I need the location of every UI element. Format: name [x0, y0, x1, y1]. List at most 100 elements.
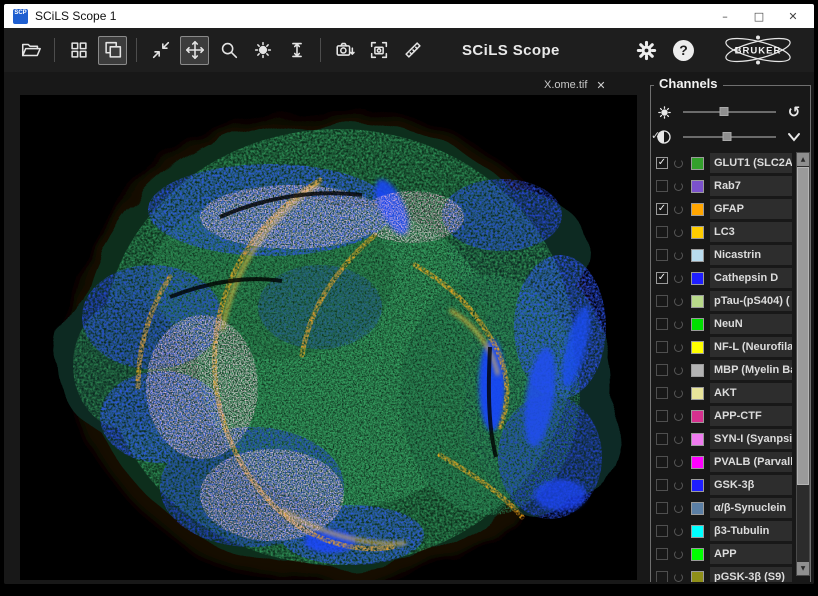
image-viewport[interactable] — [20, 95, 637, 580]
channel-row[interactable]: ✓ SYN-I (Syanpsi — [651, 428, 806, 450]
levels-tool-button[interactable] — [282, 36, 311, 65]
channel-solo-toggle[interactable] — [674, 205, 683, 214]
channel-solo-toggle[interactable] — [674, 389, 683, 398]
channel-solo-toggle[interactable] — [674, 182, 683, 191]
channel-visibility-checkbox[interactable]: ✓ — [656, 502, 668, 514]
channel-solo-toggle[interactable] — [674, 550, 683, 559]
channel-row[interactable]: ✓ β3-Tubulin — [651, 520, 806, 542]
tab-x-ome-tif[interactable]: X.ome.tif ✕ — [544, 76, 606, 94]
channel-visibility-checkbox[interactable]: ✓ — [656, 318, 668, 330]
channel-row[interactable]: ✓ NeuN — [651, 313, 806, 335]
channel-color-swatch[interactable] — [691, 157, 704, 170]
scroll-down-button[interactable]: ▼ — [797, 562, 809, 575]
tile-view-button[interactable] — [64, 36, 93, 65]
channel-visibility-checkbox[interactable]: ✓ — [656, 479, 668, 491]
channel-color-swatch[interactable] — [691, 180, 704, 193]
channel-row[interactable]: ✓ LC3 — [651, 221, 806, 243]
contrast-slider-handle[interactable] — [722, 132, 731, 141]
channel-row[interactable]: ✓ pGSK-3β (S9) — [651, 566, 806, 582]
channel-solo-toggle[interactable] — [674, 573, 683, 582]
channel-row[interactable]: ✓ Cathepsin D — [651, 267, 806, 289]
channel-color-swatch[interactable] — [691, 387, 704, 400]
channel-color-swatch[interactable] — [691, 502, 704, 515]
channel-visibility-checkbox[interactable]: ✓ — [656, 525, 668, 537]
brightness-slider[interactable] — [683, 111, 776, 113]
channel-solo-toggle[interactable] — [674, 412, 683, 421]
channel-visibility-checkbox[interactable]: ✓ — [656, 571, 668, 582]
channel-visibility-checkbox[interactable]: ✓ — [656, 456, 668, 468]
channel-solo-toggle[interactable] — [674, 435, 683, 444]
channel-color-swatch[interactable] — [691, 456, 704, 469]
channel-row[interactable]: ✓ PVALB (Parvalb — [651, 451, 806, 473]
channel-color-swatch[interactable] — [691, 318, 704, 331]
channel-color-swatch[interactable] — [691, 479, 704, 492]
channel-visibility-checkbox[interactable]: ✓ — [656, 364, 668, 376]
scroll-up-button[interactable]: ▲ — [797, 153, 809, 166]
channel-row[interactable]: ✓ Rab7 — [651, 175, 806, 197]
maximize-button[interactable]: □ — [742, 4, 776, 28]
channel-visibility-checkbox[interactable]: ✓ — [656, 548, 668, 560]
channel-solo-toggle[interactable] — [674, 228, 683, 237]
channel-solo-toggle[interactable] — [674, 251, 683, 260]
channel-solo-toggle[interactable] — [674, 274, 683, 283]
channel-row[interactable]: ✓ GFAP — [651, 198, 806, 220]
channel-color-swatch[interactable] — [691, 272, 704, 285]
channel-row[interactable]: ✓ AKT — [651, 382, 806, 404]
channel-solo-toggle[interactable] — [674, 366, 683, 375]
channel-color-swatch[interactable] — [691, 433, 704, 446]
capture-region-button[interactable] — [364, 36, 393, 65]
channel-row[interactable]: ✓ Nicastrin — [651, 244, 806, 266]
minimize-button[interactable]: – — [708, 4, 742, 28]
channel-visibility-checkbox[interactable]: ✓ — [656, 203, 668, 215]
channel-visibility-checkbox[interactable]: ✓ — [656, 387, 668, 399]
title-bar[interactable]: SCP SCiLS Scope 1 – □ ✕ — [4, 4, 814, 28]
channel-color-swatch[interactable] — [691, 525, 704, 538]
channel-color-swatch[interactable] — [691, 249, 704, 262]
channel-color-swatch[interactable] — [691, 364, 704, 377]
channel-row[interactable]: ✓ NF-L (Neurofila — [651, 336, 806, 358]
brightness-slider-handle[interactable] — [719, 107, 728, 116]
channel-solo-toggle[interactable] — [674, 297, 683, 306]
chevron-down-icon[interactable] — [784, 129, 804, 146]
reset-icon[interactable]: ↺ — [784, 103, 804, 121]
channel-row[interactable]: ✓ GLUT1 (SLC2A1 — [651, 152, 806, 174]
settings-button[interactable] — [632, 36, 661, 65]
channel-row[interactable]: ✓ APP — [651, 543, 806, 565]
channel-color-swatch[interactable] — [691, 571, 704, 583]
measure-tool-button[interactable] — [398, 36, 427, 65]
channel-solo-toggle[interactable] — [674, 527, 683, 536]
channel-color-swatch[interactable] — [691, 226, 704, 239]
channel-row[interactable]: ✓ MBP (Myelin Ba — [651, 359, 806, 381]
channel-visibility-checkbox[interactable]: ✓ — [656, 433, 668, 445]
contrast-slider[interactable] — [683, 136, 776, 138]
pan-tool-button[interactable] — [180, 36, 209, 65]
channel-visibility-checkbox[interactable]: ✓ — [656, 341, 668, 353]
channel-solo-toggle[interactable] — [674, 458, 683, 467]
channel-solo-toggle[interactable] — [674, 320, 683, 329]
channel-color-swatch[interactable] — [691, 341, 704, 354]
channel-visibility-checkbox[interactable]: ✓ — [656, 249, 668, 261]
help-button[interactable]: ? — [673, 40, 694, 61]
channel-visibility-checkbox[interactable]: ✓ — [656, 226, 668, 238]
channel-solo-toggle[interactable] — [674, 159, 683, 168]
fit-to-screen-button[interactable] — [146, 36, 175, 65]
channel-visibility-checkbox[interactable]: ✓ — [656, 180, 668, 192]
channel-visibility-checkbox[interactable]: ✓ — [656, 272, 668, 284]
export-snapshot-button[interactable] — [330, 36, 359, 65]
channel-color-swatch[interactable] — [691, 295, 704, 308]
channel-visibility-checkbox[interactable]: ✓ — [656, 410, 668, 422]
channel-color-swatch[interactable] — [691, 410, 704, 423]
channel-solo-toggle[interactable] — [674, 504, 683, 513]
tab-close-icon[interactable]: ✕ — [596, 79, 605, 92]
open-file-button[interactable] — [16, 36, 45, 65]
layers-view-button[interactable] — [98, 36, 127, 65]
channel-color-swatch[interactable] — [691, 203, 704, 216]
scrollbar-thumb[interactable] — [797, 167, 809, 485]
channel-solo-toggle[interactable] — [674, 343, 683, 352]
channel-visibility-checkbox[interactable]: ✓ — [656, 157, 668, 169]
channel-solo-toggle[interactable] — [674, 481, 683, 490]
close-button[interactable]: ✕ — [776, 4, 810, 28]
channel-row[interactable]: ✓ APP-CTF — [651, 405, 806, 427]
channel-row[interactable]: ✓ pTau-(pS404) ( — [651, 290, 806, 312]
channel-color-swatch[interactable] — [691, 548, 704, 561]
